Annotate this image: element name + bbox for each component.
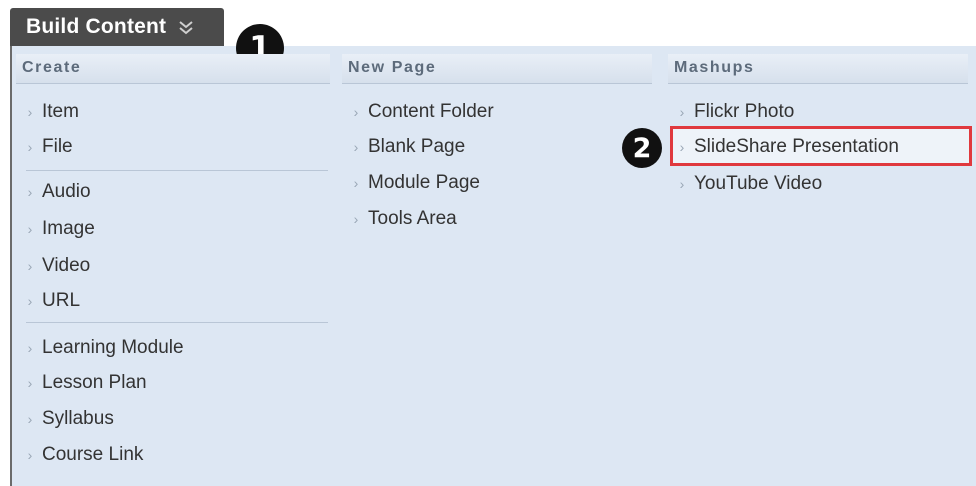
menu-item-item[interactable]: › Item: [26, 99, 79, 125]
menu-item-file[interactable]: › File: [26, 134, 73, 160]
divider: [26, 170, 328, 171]
chevron-right-icon: ›: [353, 175, 359, 191]
build-content-menu-button[interactable]: Build Content: [10, 8, 224, 46]
chevron-right-icon: ›: [353, 211, 359, 227]
menu-item-lesson-plan[interactable]: › Lesson Plan: [26, 370, 147, 396]
chevron-right-icon: ›: [27, 411, 33, 427]
chevron-right-icon: ›: [353, 139, 359, 155]
chevron-right-icon: ›: [679, 104, 685, 120]
chevron-right-icon: ›: [27, 184, 33, 200]
chevron-right-icon: ›: [27, 375, 33, 391]
menu-item-learning-module[interactable]: › Learning Module: [26, 335, 184, 361]
menu-item-flickr-photo[interactable]: › Flickr Photo: [678, 99, 795, 125]
new-page-column-heading: New Page: [342, 54, 652, 84]
chevron-right-icon: ›: [353, 104, 359, 120]
menu-item-image[interactable]: › Image: [26, 216, 95, 242]
chevron-right-icon: ›: [27, 293, 33, 309]
menu-item-url[interactable]: › URL: [26, 288, 80, 314]
chevron-right-icon: ›: [679, 139, 685, 155]
mashups-column-heading: Mashups: [668, 54, 968, 84]
menu-item-module-page[interactable]: › Module Page: [352, 170, 480, 196]
chevron-right-icon: ›: [27, 340, 33, 356]
chevron-right-icon: ›: [679, 176, 685, 192]
menu-item-audio[interactable]: › Audio: [26, 179, 91, 205]
build-content-label: Build Content: [26, 15, 167, 38]
create-column-heading: Create: [16, 54, 330, 84]
menu-item-youtube-video[interactable]: › YouTube Video: [678, 171, 823, 197]
chevron-right-icon: ›: [27, 221, 33, 237]
callout-number-2: 2: [622, 128, 662, 168]
menu-item-blank-page[interactable]: › Blank Page: [352, 134, 466, 160]
double-chevron-down-icon: [178, 19, 194, 35]
menu-item-tools-area[interactable]: › Tools Area: [352, 206, 457, 232]
menu-item-video[interactable]: › Video: [26, 253, 91, 279]
menu-item-syllabus[interactable]: › Syllabus: [26, 406, 114, 432]
menu-item-content-folder[interactable]: › Content Folder: [352, 99, 494, 125]
menu-item-course-link[interactable]: › Course Link: [26, 442, 144, 468]
chevron-right-icon: ›: [27, 104, 33, 120]
chevron-right-icon: ›: [27, 139, 33, 155]
chevron-right-icon: ›: [27, 258, 33, 274]
chevron-right-icon: ›: [27, 447, 33, 463]
menu-item-slideshare-presentation[interactable]: › SlideShare Presentation: [678, 134, 899, 160]
divider: [26, 322, 328, 323]
